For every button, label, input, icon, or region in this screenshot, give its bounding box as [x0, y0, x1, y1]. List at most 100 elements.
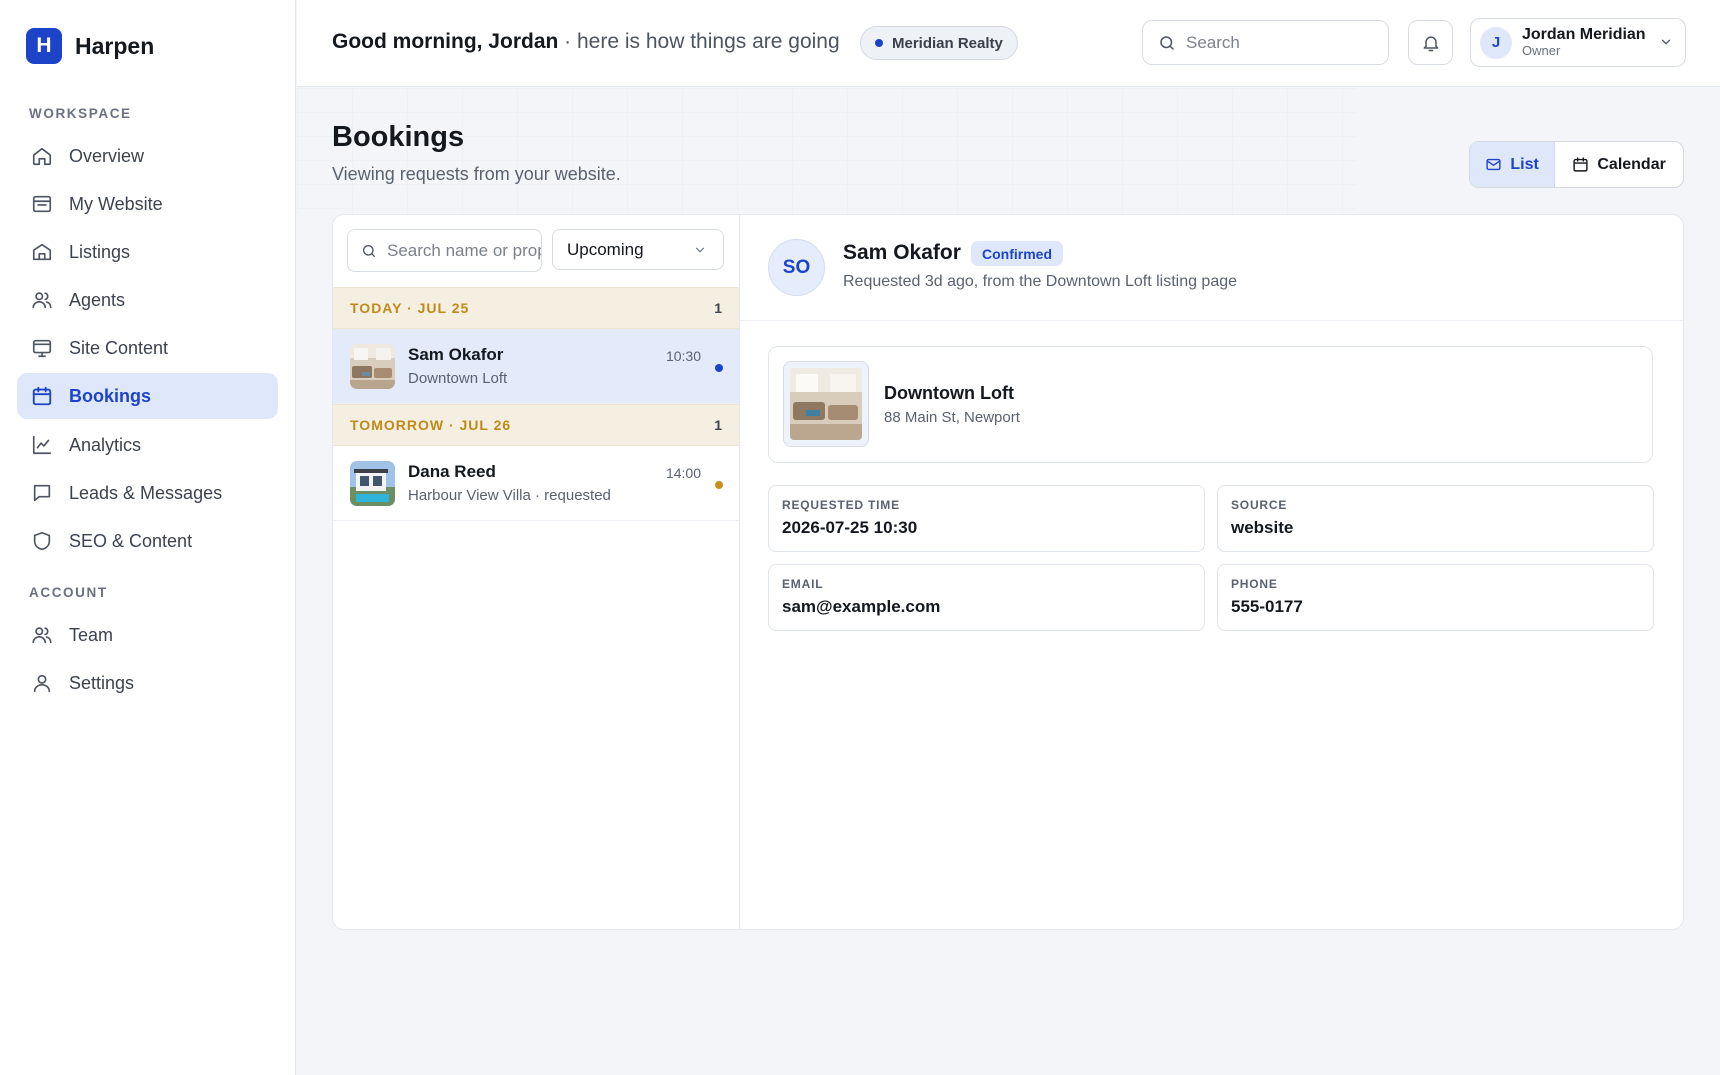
mail-icon [1485, 156, 1502, 173]
org-badge[interactable]: Meridian Realty [860, 26, 1018, 60]
field-label: SOURCE [1231, 498, 1288, 512]
bookings-search-placeholder: Search name or property [387, 240, 541, 260]
search-icon [1158, 34, 1176, 52]
page-subtitle: Viewing requests from your website. [332, 164, 621, 184]
sidebar-item-overview[interactable]: Overview [17, 133, 278, 179]
bookings-list-pane: Search name or property Upcoming TODAY ·… [333, 215, 740, 929]
brand-name: Harpen [75, 32, 155, 59]
sidebar-item-analytics[interactable]: Analytics [17, 422, 278, 468]
sidebar-item-seo-content[interactable]: SEO & Content [17, 518, 278, 564]
group-label: TODAY · JUL 25 [350, 300, 470, 316]
org-name: Meridian Realty [892, 34, 1003, 52]
greeting: Good morning, Jordan · here is how thing… [332, 30, 840, 54]
sidebar: H Harpen WORKSPACE Overview My Website L… [0, 0, 296, 1075]
chevron-down-icon [1659, 35, 1673, 49]
avatar: SO [768, 239, 825, 296]
sidebar-item-label: Listings [69, 241, 131, 262]
user-icon [31, 672, 53, 694]
bookings-panel: Search name or property Upcoming TODAY ·… [332, 214, 1684, 930]
list-view-button[interactable]: List [1470, 142, 1556, 187]
sidebar-item-label: Agents [69, 289, 126, 310]
email-field: EMAIL sam@example.com [768, 564, 1205, 631]
status-dot [715, 481, 723, 489]
top-header: Good morning, Jordan · here is how thing… [297, 0, 1720, 87]
calendar-icon [1572, 156, 1589, 173]
property-thumbnail [350, 460, 395, 506]
booking-row-sam-okafor[interactable]: Sam Okafor Downtown Loft 10:30 [333, 329, 739, 404]
monitor-icon [31, 337, 53, 359]
status-dot [715, 364, 723, 372]
source-field: SOURCE website [1217, 485, 1654, 552]
user-role: Owner [1522, 43, 1561, 59]
user-menu-button[interactable]: J Jordan Meridian Owner [1470, 18, 1686, 67]
brand-logo: H [26, 28, 62, 64]
brand[interactable]: H Harpen [26, 28, 154, 64]
sidebar-item-team[interactable]: Team [17, 612, 278, 658]
search-placeholder: Search [1186, 32, 1240, 52]
field-label: EMAIL [782, 577, 824, 591]
field-value: website [1231, 518, 1294, 537]
user-name: Jordan Meridian [1522, 26, 1646, 44]
property-image [783, 361, 869, 447]
property-card[interactable]: Downtown Loft 88 Main St, Newport [768, 346, 1653, 463]
property-address: 88 Main St, Newport [884, 409, 1020, 426]
bookings-filter-select[interactable]: Upcoming [552, 229, 724, 270]
search-icon [361, 243, 377, 259]
sidebar-item-settings[interactable]: Settings [17, 660, 278, 706]
sidebar-item-bookings[interactable]: Bookings [17, 373, 278, 419]
chevron-down-icon [693, 243, 707, 257]
detail-name: Sam Okafor [843, 241, 961, 264]
booking-name: Sam Okafor [408, 345, 504, 364]
booking-time: 10:30 [665, 348, 701, 364]
group-header-tomorrow: TOMORROW · JUL 26 1 [333, 404, 739, 446]
sidebar-item-leads-messages[interactable]: Leads & Messages [17, 470, 278, 516]
home-icon [31, 145, 53, 167]
property-name: Downtown Loft [884, 383, 1014, 403]
message-icon [31, 482, 53, 504]
sidebar-item-label: Leads & Messages [69, 482, 223, 503]
requested-time-field: REQUESTED TIME 2026-07-25 10:30 [768, 485, 1205, 552]
phone-field: PHONE 555-0177 [1217, 564, 1654, 631]
field-label: PHONE [1231, 577, 1278, 591]
greeting-rest: · here is how things are going [558, 30, 840, 53]
calendar-view-button[interactable]: Calendar [1555, 142, 1683, 187]
page-title: Bookings [332, 121, 465, 153]
sidebar-item-agents[interactable]: Agents [17, 277, 278, 323]
sidebar-item-label: My Website [69, 193, 163, 214]
sidebar-item-listings[interactable]: Listings [17, 229, 278, 275]
sidebar-item-label: Site Content [69, 337, 169, 358]
detail-header: SO Sam Okafor Confirmed Requested 3d ago… [740, 215, 1683, 321]
booking-detail-pane: SO Sam Okafor Confirmed Requested 3d ago… [740, 215, 1683, 929]
bookings-search-input[interactable]: Search name or property [347, 229, 542, 272]
field-value: 555-0177 [1231, 597, 1303, 616]
notifications-button[interactable] [1408, 20, 1453, 65]
global-search-input[interactable]: Search [1142, 20, 1389, 65]
sidebar-item-label: Team [69, 624, 114, 645]
booking-property: Harbour View Villa · requested [408, 487, 611, 504]
field-label: REQUESTED TIME [782, 498, 900, 512]
booking-name: Dana Reed [408, 462, 496, 481]
booking-row-dana-reed[interactable]: Dana Reed Harbour View Villa · requested… [333, 446, 739, 521]
avatar: J [1480, 26, 1512, 59]
sidebar-item-label: SEO & Content [69, 530, 193, 551]
browser-icon [31, 193, 53, 215]
house-icon [31, 241, 53, 263]
sidebar-item-my-website[interactable]: My Website [17, 181, 278, 227]
list-view-label: List [1510, 155, 1539, 173]
bell-icon [1421, 33, 1441, 53]
booking-property: Downtown Loft [408, 370, 508, 387]
sidebar-item-label: Bookings [69, 385, 152, 406]
account-section-label: ACCOUNT [29, 585, 108, 600]
sidebar-item-label: Overview [69, 145, 145, 166]
shield-icon [31, 530, 53, 552]
sidebar-item-site-content[interactable]: Site Content [17, 325, 278, 371]
field-value: sam@example.com [782, 597, 941, 616]
group-count: 1 [714, 300, 722, 316]
sidebar-item-label: Settings [69, 672, 135, 693]
status-badge: Confirmed [971, 241, 1063, 266]
group-count: 1 [714, 417, 722, 433]
view-toggle: List Calendar [1469, 141, 1684, 188]
users-icon [31, 289, 53, 311]
workspace-section-label: WORKSPACE [29, 106, 132, 121]
org-status-dot [875, 39, 883, 47]
